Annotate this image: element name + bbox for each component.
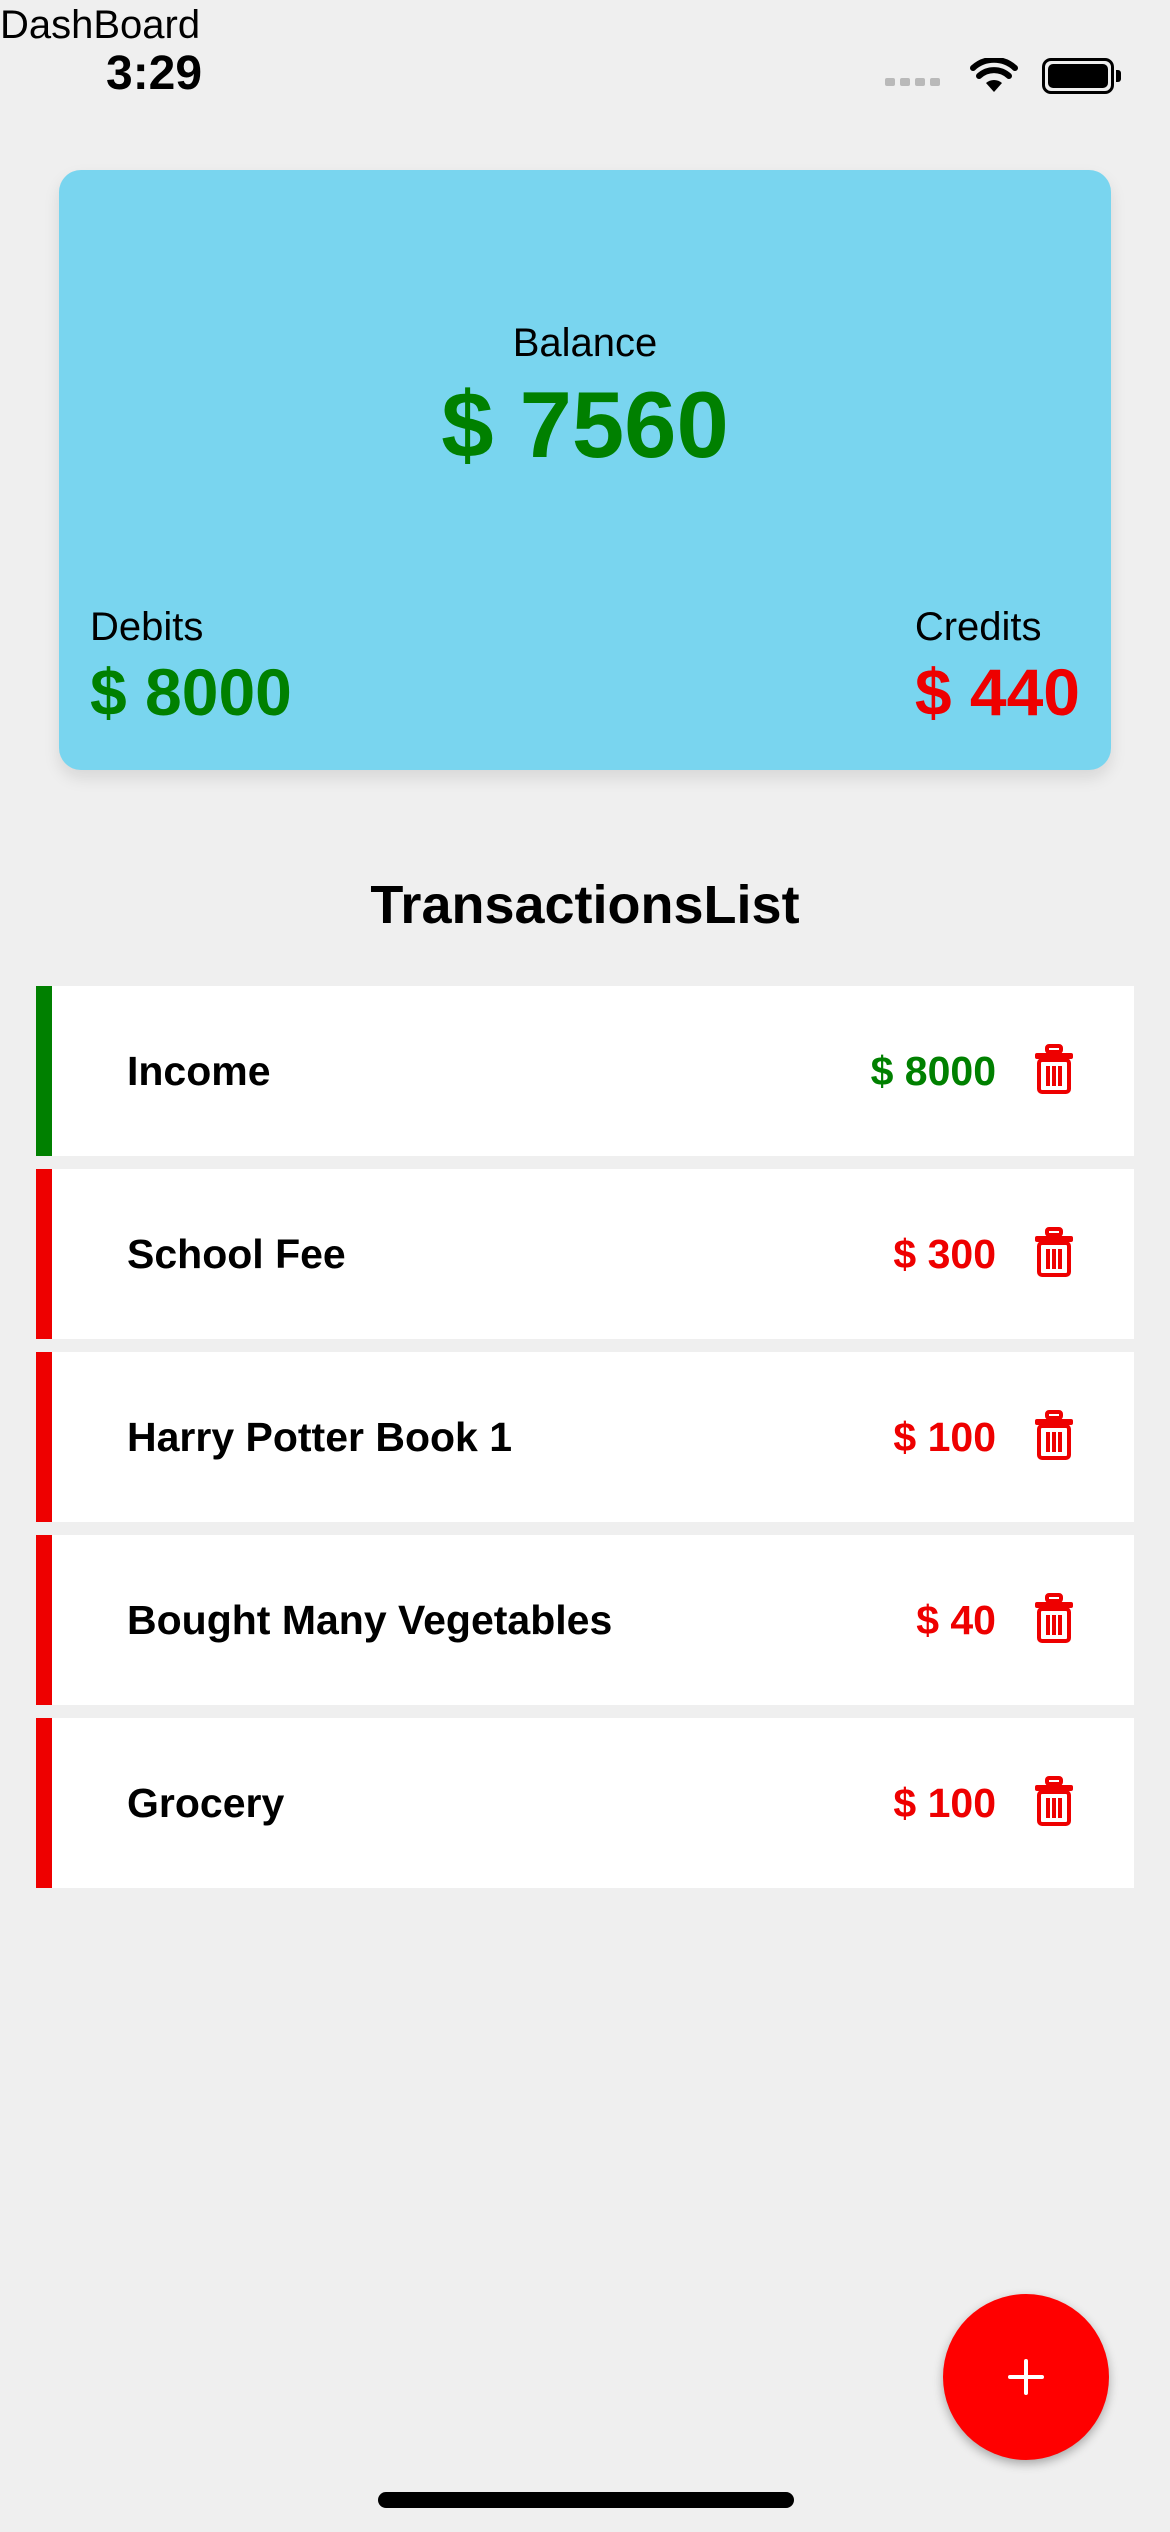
- wifi-icon: [970, 58, 1018, 92]
- transaction-amount: $ 100: [893, 1414, 996, 1460]
- transaction-amount: $ 8000: [870, 1048, 996, 1094]
- battery-icon: [1042, 58, 1121, 94]
- transaction-name: Income: [127, 1048, 271, 1094]
- trash-icon[interactable]: [1034, 1410, 1074, 1460]
- debits-summary: Debits $ 8000: [90, 602, 292, 732]
- transaction-item-school-fee: School Fee $ 300: [36, 1169, 1134, 1339]
- transaction-name: Harry Potter Book 1: [127, 1414, 513, 1460]
- transaction-amount: $ 300: [893, 1231, 996, 1277]
- transaction-item-grocery: Grocery $ 100: [36, 1718, 1134, 1888]
- transaction-item-bought-many-vegetables: Bought Many Vegetables $ 40: [36, 1535, 1134, 1705]
- debits-value: $ 8000: [90, 655, 292, 729]
- trash-icon[interactable]: [1034, 1593, 1074, 1643]
- transactions-list: Income $ 8000 School Fee $ 300 Harry Pot…: [36, 986, 1134, 1901]
- transaction-name: Grocery: [127, 1780, 285, 1826]
- status-time: 3:29: [106, 47, 203, 100]
- transactions-list-title: TransactionsList: [370, 875, 800, 935]
- add-transaction-button[interactable]: [943, 2294, 1109, 2460]
- credits-summary: Credits $ 440: [915, 602, 1080, 732]
- plus-icon: [1008, 2359, 1044, 2395]
- trash-icon[interactable]: [1034, 1776, 1074, 1826]
- debits-label: Debits: [90, 605, 204, 649]
- status-icons: [885, 54, 1121, 98]
- trash-icon[interactable]: [1034, 1044, 1074, 1094]
- credits-label: Credits: [914, 605, 1042, 649]
- transaction-amount: $ 100: [893, 1780, 996, 1826]
- credits-value: $ 440: [914, 655, 1080, 729]
- balance-card: Balance $ 7560 Debits $ 8000 Credits $ 4…: [59, 170, 1111, 770]
- transaction-name: School Fee: [127, 1231, 346, 1277]
- transaction-name: Bought Many Vegetables: [127, 1597, 613, 1643]
- balance-value: $ 7560: [441, 372, 729, 477]
- app-title: DashBoard: [0, 3, 201, 47]
- transaction-item-harry-potter-book: Harry Potter Book 1 $ 100: [36, 1352, 1134, 1522]
- transaction-item-income: Income $ 8000: [36, 986, 1134, 1156]
- home-indicator: [378, 2492, 794, 2508]
- signal-dots-icon: [885, 78, 940, 86]
- trash-icon[interactable]: [1034, 1227, 1074, 1277]
- balance-label: Balance: [512, 321, 658, 365]
- transaction-amount: $ 40: [916, 1597, 996, 1643]
